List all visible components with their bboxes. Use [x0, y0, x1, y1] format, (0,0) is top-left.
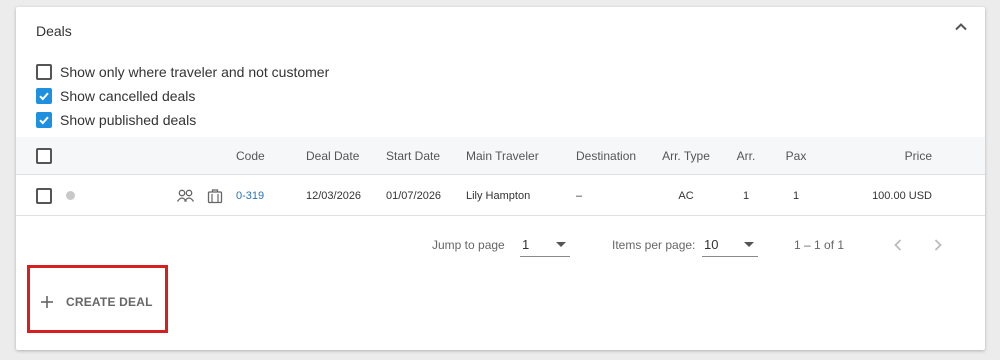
- status-cell: [66, 176, 75, 215]
- checkbox[interactable]: [36, 64, 52, 80]
- price-cell: 100.00 USD: [872, 189, 932, 202]
- luggage-icon-cell: [207, 176, 223, 215]
- header-main-traveler[interactable]: Main Traveler: [466, 137, 539, 174]
- status-dot: [66, 191, 75, 200]
- dropdown-arrow-icon: [556, 242, 566, 247]
- dropdown-arrow-icon: [744, 242, 754, 247]
- items-per-page-label: Items per page:: [612, 238, 696, 252]
- next-page-button[interactable]: [926, 233, 950, 257]
- checkmark-icon: [39, 92, 49, 101]
- checkmark-icon: [39, 116, 49, 125]
- table-row[interactable]: 0-319 12/03/2026 01/07/2026 Lily Hampton…: [16, 176, 985, 216]
- destination-cell: –: [576, 189, 583, 202]
- plus-icon: [40, 295, 54, 309]
- main-traveler-cell: Lily Hampton: [466, 189, 531, 202]
- items-per-page-value: 10: [704, 237, 719, 252]
- filter-published-deals[interactable]: Show published deals: [36, 108, 329, 132]
- checkbox-label: Show only where traveler and not custome…: [60, 64, 330, 80]
- create-deal-label: CREATE DEAL: [66, 295, 153, 309]
- header-destination[interactable]: Destination: [576, 137, 636, 174]
- create-deal-highlight: CREATE DEAL: [27, 265, 168, 333]
- filter-cancelled-deals[interactable]: Show cancelled deals: [36, 84, 329, 108]
- jump-to-page-label: Jump to page: [432, 238, 505, 252]
- header-start-date[interactable]: Start Date: [386, 137, 440, 174]
- select-all-checkbox[interactable]: [36, 147, 52, 164]
- start-date-cell: 01/07/2026: [386, 189, 442, 202]
- header-arr[interactable]: Arr.: [731, 137, 761, 174]
- items-per-page-select[interactable]: 10: [702, 233, 758, 257]
- jump-to-page-select[interactable]: 1: [520, 233, 570, 257]
- create-deal-button[interactable]: CREATE DEAL: [40, 290, 153, 314]
- filter-checkboxes: Show only where traveler and not custome…: [36, 60, 329, 132]
- panel-title: Deals: [36, 23, 72, 39]
- deal-code-link[interactable]: 0-319: [236, 176, 264, 215]
- checkbox-label: Show cancelled deals: [60, 88, 196, 104]
- chevron-up-icon: [955, 23, 967, 31]
- jump-to-page-value: 1: [522, 237, 530, 252]
- header-arr-type[interactable]: Arr. Type: [656, 137, 716, 174]
- page-range: 1 – 1 of 1: [794, 238, 845, 252]
- checkbox-label: Show published deals: [60, 112, 197, 128]
- header-price[interactable]: Price: [832, 137, 932, 174]
- header-deal-date[interactable]: Deal Date: [306, 137, 359, 174]
- travelers-icon-cell: [176, 176, 196, 215]
- pax-cell: 1: [792, 189, 800, 202]
- chevron-left-icon: [894, 239, 902, 251]
- pagination: Jump to page 1 Items per page: 10 1 – 1 …: [16, 229, 985, 261]
- select-all-cell: [36, 137, 60, 174]
- arr-cell: 1: [742, 189, 750, 202]
- chevron-right-icon: [934, 239, 942, 251]
- header-pax[interactable]: Pax: [781, 137, 811, 174]
- checkbox[interactable]: [36, 112, 52, 128]
- row-checkbox[interactable]: [36, 187, 52, 204]
- deal-date-cell: 12/03/2026: [306, 189, 362, 202]
- collapse-button[interactable]: [951, 17, 971, 37]
- arr-type-cell: AC: [678, 189, 694, 202]
- briefcase-icon[interactable]: [207, 188, 223, 204]
- deals-panel: Deals Show only where traveler and not c…: [16, 7, 985, 350]
- row-select-cell: [36, 176, 60, 215]
- people-icon[interactable]: [176, 189, 196, 203]
- filter-traveler-not-customer[interactable]: Show only where traveler and not custome…: [36, 60, 329, 84]
- checkbox[interactable]: [36, 88, 52, 104]
- previous-page-button[interactable]: [886, 233, 910, 257]
- table-header: Code Deal Date Start Date Main Traveler …: [16, 137, 985, 175]
- header-code[interactable]: Code: [236, 137, 265, 174]
